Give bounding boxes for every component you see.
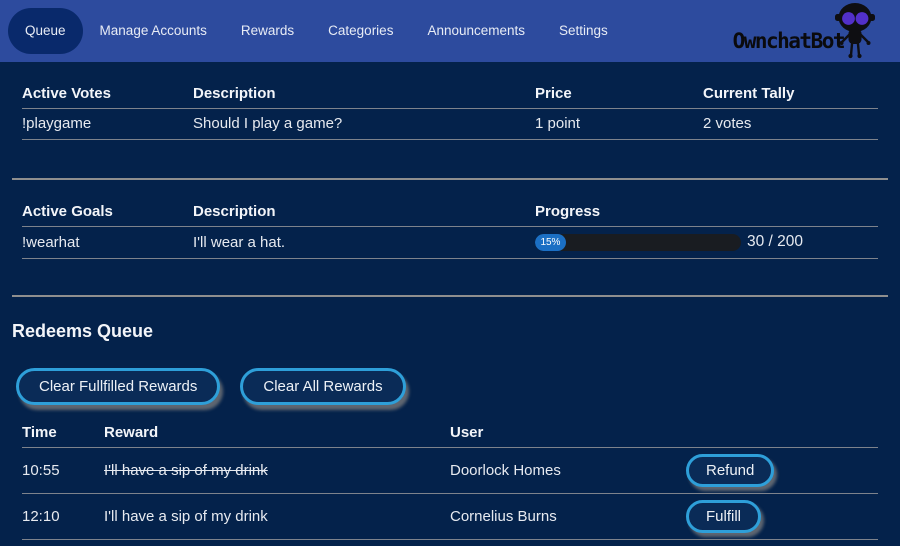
redeem-user: Doorlock Homes <box>450 448 686 494</box>
goals-header-description: Description <box>193 196 535 227</box>
goal-command: !wearhat <box>22 227 193 259</box>
table-row: 12:10 I'll have a sip of my drink Cornel… <box>22 494 878 540</box>
section-divider <box>12 295 888 297</box>
redeems-table: Time Reward User 10:55 I'll have a sip o… <box>22 417 878 540</box>
tab-announcements[interactable]: Announcements <box>410 8 542 54</box>
progress-bar-track: 15% <box>535 234 741 251</box>
vote-price: 1 point <box>535 109 703 140</box>
goals-header-progress: Progress <box>535 196 878 227</box>
goal-description: I'll wear a hat. <box>193 227 535 259</box>
clear-fulfilled-rewards-button[interactable]: Clear Fullfilled Rewards <box>16 368 220 405</box>
table-row: 10:55 I'll have a sip of my drink Doorlo… <box>22 448 878 494</box>
tab-categories[interactable]: Categories <box>311 8 410 54</box>
section-divider <box>12 178 888 180</box>
top-nav: Queue Manage Accounts Rewards Categories… <box>0 0 900 62</box>
refund-button[interactable]: Refund <box>686 454 774 487</box>
redeem-user: Cornelius Burns <box>450 494 686 540</box>
goals-header-command: Active Goals <box>22 196 193 227</box>
vote-command: !playgame <box>22 109 193 140</box>
redeems-header-reward: Reward <box>104 417 450 448</box>
redeems-header-action <box>686 417 878 448</box>
redeems-actions: Clear Fullfilled Rewards Clear All Rewar… <box>16 368 888 405</box>
redeems-header-user: User <box>450 417 686 448</box>
votes-header-tally: Current Tally <box>703 78 878 109</box>
table-row: !wearhat I'll wear a hat. 15% 30 / 200 <box>22 227 878 259</box>
redeems-header-time: Time <box>22 417 104 448</box>
redeem-reward-text: I'll have a sip of my drink <box>104 508 268 525</box>
redeems-queue-title: Redeems Queue <box>12 321 888 342</box>
progress-count-label: 30 / 200 <box>747 233 803 251</box>
redeem-time: 12:10 <box>22 494 104 540</box>
votes-header-price: Price <box>535 78 703 109</box>
active-votes-table: Active Votes Description Price Current T… <box>22 78 878 140</box>
logo-wordmark: OwnchatBot <box>733 29 844 53</box>
tab-rewards[interactable]: Rewards <box>224 8 311 54</box>
votes-header-description: Description <box>193 78 535 109</box>
votes-header-command: Active Votes <box>22 78 193 109</box>
vote-tally: 2 votes <box>703 109 878 140</box>
goal-progress-cell: 15% 30 / 200 <box>535 227 878 259</box>
app-logo: OwnchatBot <box>733 0 878 62</box>
fulfill-button[interactable]: Fulfill <box>686 500 761 533</box>
vote-description: Should I play a game? <box>193 109 535 140</box>
tab-settings[interactable]: Settings <box>542 8 625 54</box>
redeem-time: 10:55 <box>22 448 104 494</box>
table-header-row: Active Votes Description Price Current T… <box>22 78 878 109</box>
clear-all-rewards-button[interactable]: Clear All Rewards <box>240 368 405 405</box>
page-content: Active Votes Description Price Current T… <box>0 78 900 540</box>
redeem-reward-text: I'll have a sip of my drink <box>104 462 268 479</box>
table-row: !playgame Should I play a game? 1 point … <box>22 109 878 140</box>
active-goals-table: Active Goals Description Progress !wearh… <box>22 196 878 259</box>
table-header-row: Active Goals Description Progress <box>22 196 878 227</box>
tab-manage-accounts[interactable]: Manage Accounts <box>83 8 224 54</box>
tab-queue[interactable]: Queue <box>8 8 83 54</box>
table-header-row: Time Reward User <box>22 417 878 448</box>
progress-bar-fill: 15% <box>535 234 566 251</box>
